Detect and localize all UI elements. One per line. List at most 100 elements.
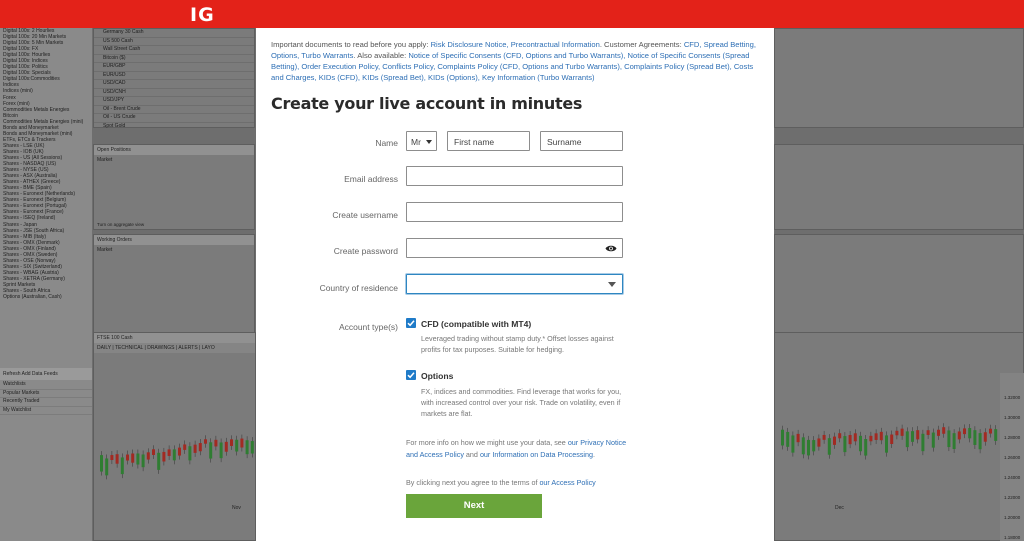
candle: [219, 442, 223, 459]
docs-prefix: Important documents to read before you a…: [271, 40, 431, 49]
candle: [869, 435, 873, 442]
watchlist-panel: Germany 30 Cash US 500 Cash Wall Street Ca…: [93, 28, 255, 131]
price-tick-label: 1.30000: [1004, 415, 1021, 420]
instrument-row: Spot Gold: [94, 123, 254, 131]
instrument-row: Oil - US Crude: [94, 114, 254, 123]
candle: [817, 438, 821, 447]
candle: [152, 449, 155, 455]
candle: [250, 441, 254, 454]
risk-docs-links[interactable]: Risk Disclosure Notice, Precontractual I…: [431, 40, 600, 49]
docs-mid1: . Customer Agreements:: [599, 40, 684, 49]
name-label: Name: [375, 138, 398, 148]
instrument-row: USD/JPY: [94, 97, 254, 106]
working-orders-panel: Working Orders Market: [93, 234, 255, 334]
candle: [947, 430, 951, 448]
data-processing-link[interactable]: our Information on Data Processing: [480, 450, 593, 459]
country-select[interactable]: [406, 274, 623, 294]
candle: [885, 435, 888, 453]
brand-bar: IG: [0, 0, 1024, 28]
account-signup-modal: Important documents to read before you a…: [256, 28, 774, 541]
candle: [167, 449, 171, 456]
important-documents: Important documents to read before you a…: [271, 39, 761, 83]
email-field[interactable]: [406, 166, 623, 186]
password-field[interactable]: [406, 238, 623, 258]
candle: [230, 439, 233, 446]
candle: [209, 442, 213, 459]
candle: [245, 440, 249, 455]
username-field[interactable]: [406, 202, 623, 222]
cfd-option-title: CFD (compatible with MT4): [421, 319, 532, 329]
instrument-row: Wall Street Cash: [94, 46, 254, 55]
watchlist-item: Popular Markets: [0, 390, 92, 398]
candle: [796, 433, 800, 443]
market-category-item: Options (Australian, Cash): [3, 294, 62, 301]
access-policy-link[interactable]: our Access Policy: [539, 478, 595, 487]
options-option-title: Options: [421, 371, 454, 381]
candle: [827, 438, 831, 455]
privacy-suffix: .: [593, 450, 596, 459]
first-name-placeholder: First name: [454, 137, 495, 147]
candle: [983, 432, 987, 442]
candle: [781, 429, 784, 446]
chart-panel-right: Dec: [774, 332, 1024, 541]
surname-field[interactable]: Surname: [540, 131, 623, 151]
candle: [791, 435, 795, 453]
instrument-row: US 500 Cash: [94, 38, 254, 46]
show-password-eye-icon[interactable]: [605, 244, 617, 253]
price-tick-label: 1.26000: [1004, 455, 1021, 460]
candle: [843, 436, 847, 453]
candle: [833, 436, 836, 445]
surname-placeholder: Surname: [547, 137, 582, 147]
price-tick-label: 1.24000: [1004, 475, 1021, 480]
candle: [146, 452, 150, 460]
open-positions-panel: Open Positions Market Turn on aggregate …: [93, 144, 255, 230]
candle: [942, 427, 946, 434]
candle: [994, 429, 998, 441]
cfd-checkbox[interactable]: [406, 318, 416, 328]
candle: [240, 438, 244, 448]
terms-notice: By clicking next you agree to the terms …: [406, 478, 646, 487]
instrument-row: EUR/GBP: [94, 63, 254, 72]
candle: [110, 455, 114, 461]
open-positions-panel-right: [774, 144, 1024, 230]
account-type-label: Account type(s): [338, 322, 398, 332]
price-tick-label: 1.20000: [1004, 515, 1021, 520]
instrument-row: EUR/USD: [94, 72, 254, 80]
first-name-field[interactable]: First name: [447, 131, 530, 151]
title-value: Mr: [411, 137, 421, 147]
instrument-row: Bitcoin ($): [94, 55, 254, 63]
candle: [193, 444, 197, 453]
candle: [178, 447, 181, 456]
candle: [183, 444, 187, 450]
candle: [937, 429, 940, 436]
chart-title: FTSE 100 Cash: [94, 333, 255, 343]
privacy-mid: and: [463, 450, 480, 459]
candle: [895, 430, 899, 436]
candle: [214, 439, 218, 447]
title-select[interactable]: Mr: [406, 131, 437, 151]
candle: [973, 430, 977, 445]
watchlist-panel-right: [774, 28, 1024, 128]
candle: [801, 437, 805, 455]
privacy-notice: For more info on how we might use your d…: [406, 437, 636, 461]
candle: [136, 453, 140, 465]
sidebar-tools: Refresh Add Data Feeds: [0, 368, 92, 380]
checkmark-icon: [407, 372, 415, 379]
candle: [921, 433, 925, 452]
instrument-row: Germany 30 Cash: [94, 29, 254, 38]
candle: [859, 435, 862, 452]
next-button[interactable]: Next: [406, 494, 542, 518]
cfd-option-desc: Leveraged trading without stamp duty.* O…: [421, 334, 614, 354]
candle: [198, 443, 202, 452]
price-tick-label: 1.18000: [1004, 535, 1021, 540]
candle: [905, 431, 909, 448]
chevron-down-icon: [426, 140, 432, 144]
terms-prefix: By clicking next you agree to the terms …: [406, 478, 540, 487]
chevron-down-icon: [608, 282, 616, 287]
candle: [786, 431, 790, 447]
options-checkbox[interactable]: [406, 370, 416, 380]
instrument-row: USD/CNH: [94, 89, 254, 97]
candle: [188, 446, 192, 461]
candle: [120, 457, 124, 475]
candle: [957, 431, 961, 440]
